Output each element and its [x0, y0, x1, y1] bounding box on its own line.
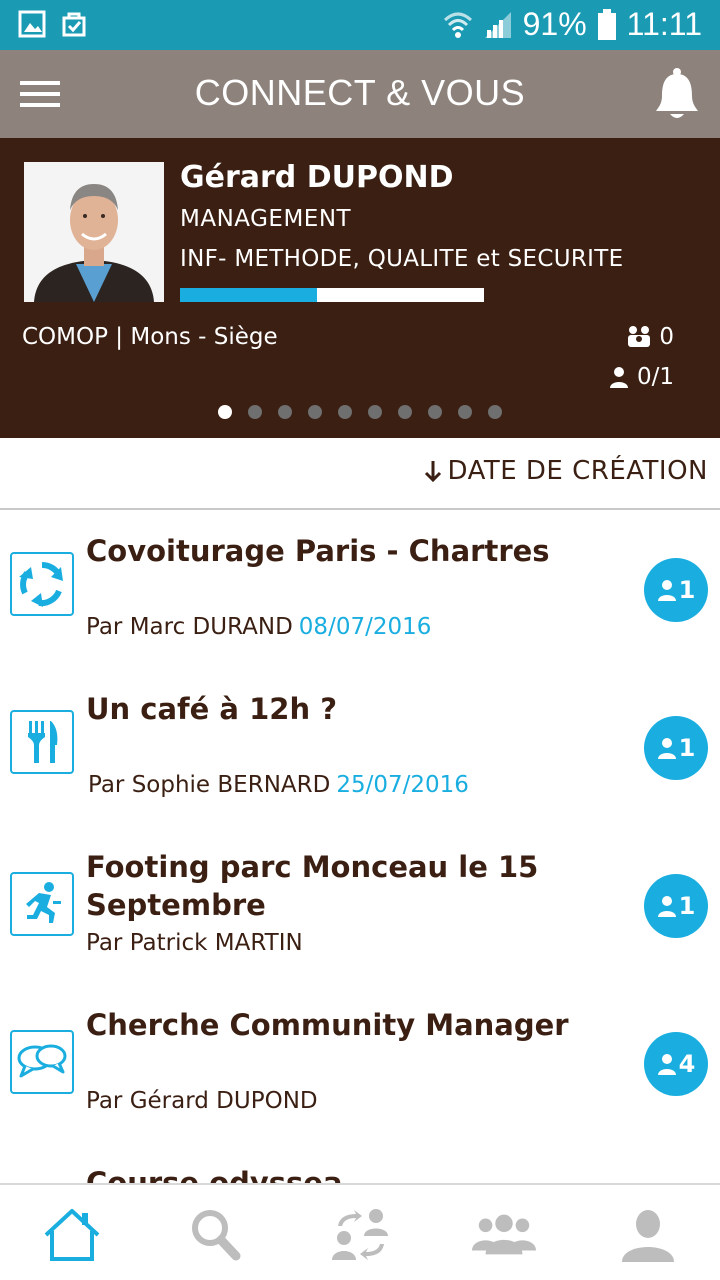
page-dot[interactable] — [218, 405, 232, 419]
exchange-icon — [332, 1209, 388, 1260]
participants-count: 1 — [678, 734, 696, 762]
offers-list[interactable]: Covoiturage Paris - Chartres Par Marc DU… — [0, 510, 720, 1183]
profile-progress-bar — [180, 288, 484, 302]
list-item[interactable]: Footing parc Monceau le 15 Septembre Par… — [0, 826, 720, 984]
battery-percent: 91% — [522, 6, 587, 42]
groups-count: 0 — [659, 324, 674, 350]
item-title: Un café à 12h ? — [86, 692, 338, 726]
list-item[interactable]: Un café à 12h ? Par Sophie BERNARD 25/07/… — [0, 668, 720, 826]
avatar — [24, 162, 164, 302]
profile-header[interactable]: Gérard DUPOND MANAGEMENT INF- METHODE, Q… — [0, 138, 720, 438]
list-item[interactable]: Course odyssea — [0, 1142, 720, 1183]
group-icon — [472, 1214, 536, 1255]
profile-progress-fill — [180, 288, 317, 302]
search-icon — [192, 1210, 241, 1261]
page-dot[interactable] — [428, 405, 442, 419]
participation-stat: 0/1 — [609, 364, 674, 390]
page-dot[interactable] — [308, 405, 322, 419]
item-meta: Par Patrick MARTIN — [86, 930, 303, 956]
page-dot[interactable] — [338, 405, 352, 419]
person-icon — [657, 738, 676, 759]
page-dot[interactable] — [398, 405, 412, 419]
page-dot[interactable] — [278, 405, 292, 419]
groups-icon — [628, 326, 651, 347]
wifi-icon — [443, 12, 472, 38]
item-author: Par Marc DURAND — [86, 614, 293, 640]
page-indicator[interactable] — [218, 405, 502, 419]
item-author: Par Gérard DUPOND — [86, 1088, 318, 1114]
page-dot[interactable] — [248, 405, 262, 419]
carpool-icon — [10, 552, 74, 616]
user-icon — [622, 1210, 674, 1262]
chat-icon — [10, 1030, 74, 1094]
item-title: Cherche Community Manager — [86, 1008, 569, 1042]
nav-groups[interactable] — [472, 1203, 536, 1267]
participants-badge[interactable]: 1 — [644, 558, 708, 622]
page-dot[interactable] — [458, 405, 472, 419]
item-meta: Par Marc DURAND 08/07/2016 — [86, 614, 431, 640]
nav-home[interactable] — [40, 1203, 104, 1267]
page-dot[interactable] — [368, 405, 382, 419]
app-bar: CONNECT & VOUS — [0, 50, 720, 138]
home-icon — [44, 1209, 100, 1261]
item-date: 08/07/2016 — [298, 614, 432, 640]
app-title: CONNECT & VOUS — [194, 72, 526, 113]
participants-count: 1 — [678, 892, 696, 920]
list-item[interactable]: Cherche Community Manager Par Gérard DUP… — [0, 984, 720, 1142]
person-icon — [657, 580, 676, 601]
participants-badge[interactable]: 4 — [644, 1032, 708, 1096]
item-author: Par Patrick MARTIN — [86, 930, 303, 956]
list-item[interactable]: Covoiturage Paris - Chartres Par Marc DU… — [0, 510, 720, 668]
profile-department: MANAGEMENT — [180, 206, 352, 232]
cutlery-icon — [10, 710, 74, 774]
sort-bar: DATE DE CRÉATION — [0, 438, 720, 510]
status-bar: 91% 11:11 — [0, 0, 720, 50]
groups-stat: 0 — [627, 324, 674, 350]
signal-icon — [484, 11, 511, 38]
page-dot[interactable] — [488, 405, 502, 419]
item-title: Footing parc Monceau le 15 Septembre — [86, 850, 539, 922]
person-icon — [609, 367, 628, 388]
nav-search[interactable] — [184, 1203, 248, 1267]
person-icon — [657, 1054, 676, 1075]
participants-count: 1 — [678, 576, 696, 604]
item-date: 25/07/2016 — [336, 772, 469, 798]
item-author: Par Sophie BERNARD — [88, 772, 331, 798]
nav-exchange[interactable] — [328, 1203, 392, 1267]
nav-profile[interactable] — [616, 1203, 680, 1267]
clock: 11:11 — [626, 6, 702, 42]
store-icon — [62, 12, 86, 37]
participants-badge[interactable]: 1 — [644, 716, 708, 780]
profile-service: INF- METHODE, QUALITE et SECURITE — [180, 246, 624, 272]
running-icon — [10, 872, 74, 936]
arrow-down-icon — [424, 461, 441, 482]
participants-count: 4 — [678, 1050, 696, 1078]
profile-name: Gérard DUPOND — [180, 160, 454, 195]
item-meta: Par Sophie BERNARD 25/07/2016 — [88, 772, 469, 798]
bell-icon[interactable] — [652, 66, 702, 122]
item-title: Course odyssea — [86, 1166, 343, 1183]
item-meta: Par Gérard DUPOND — [86, 1088, 318, 1114]
bottom-nav — [0, 1183, 720, 1280]
sort-label: DATE DE CRÉATION — [447, 456, 708, 486]
item-title: Covoiturage Paris - Chartres — [86, 534, 550, 568]
sort-button[interactable]: DATE DE CRÉATION — [424, 456, 709, 486]
participants-badge[interactable]: 1 — [644, 874, 708, 938]
person-icon — [657, 896, 676, 917]
participation-count: 0/1 — [636, 364, 674, 390]
battery-icon — [597, 8, 616, 40]
profile-location: COMOP | Mons - Siège — [22, 324, 278, 350]
avatar-portrait — [24, 162, 164, 302]
gallery-icon — [18, 10, 46, 38]
